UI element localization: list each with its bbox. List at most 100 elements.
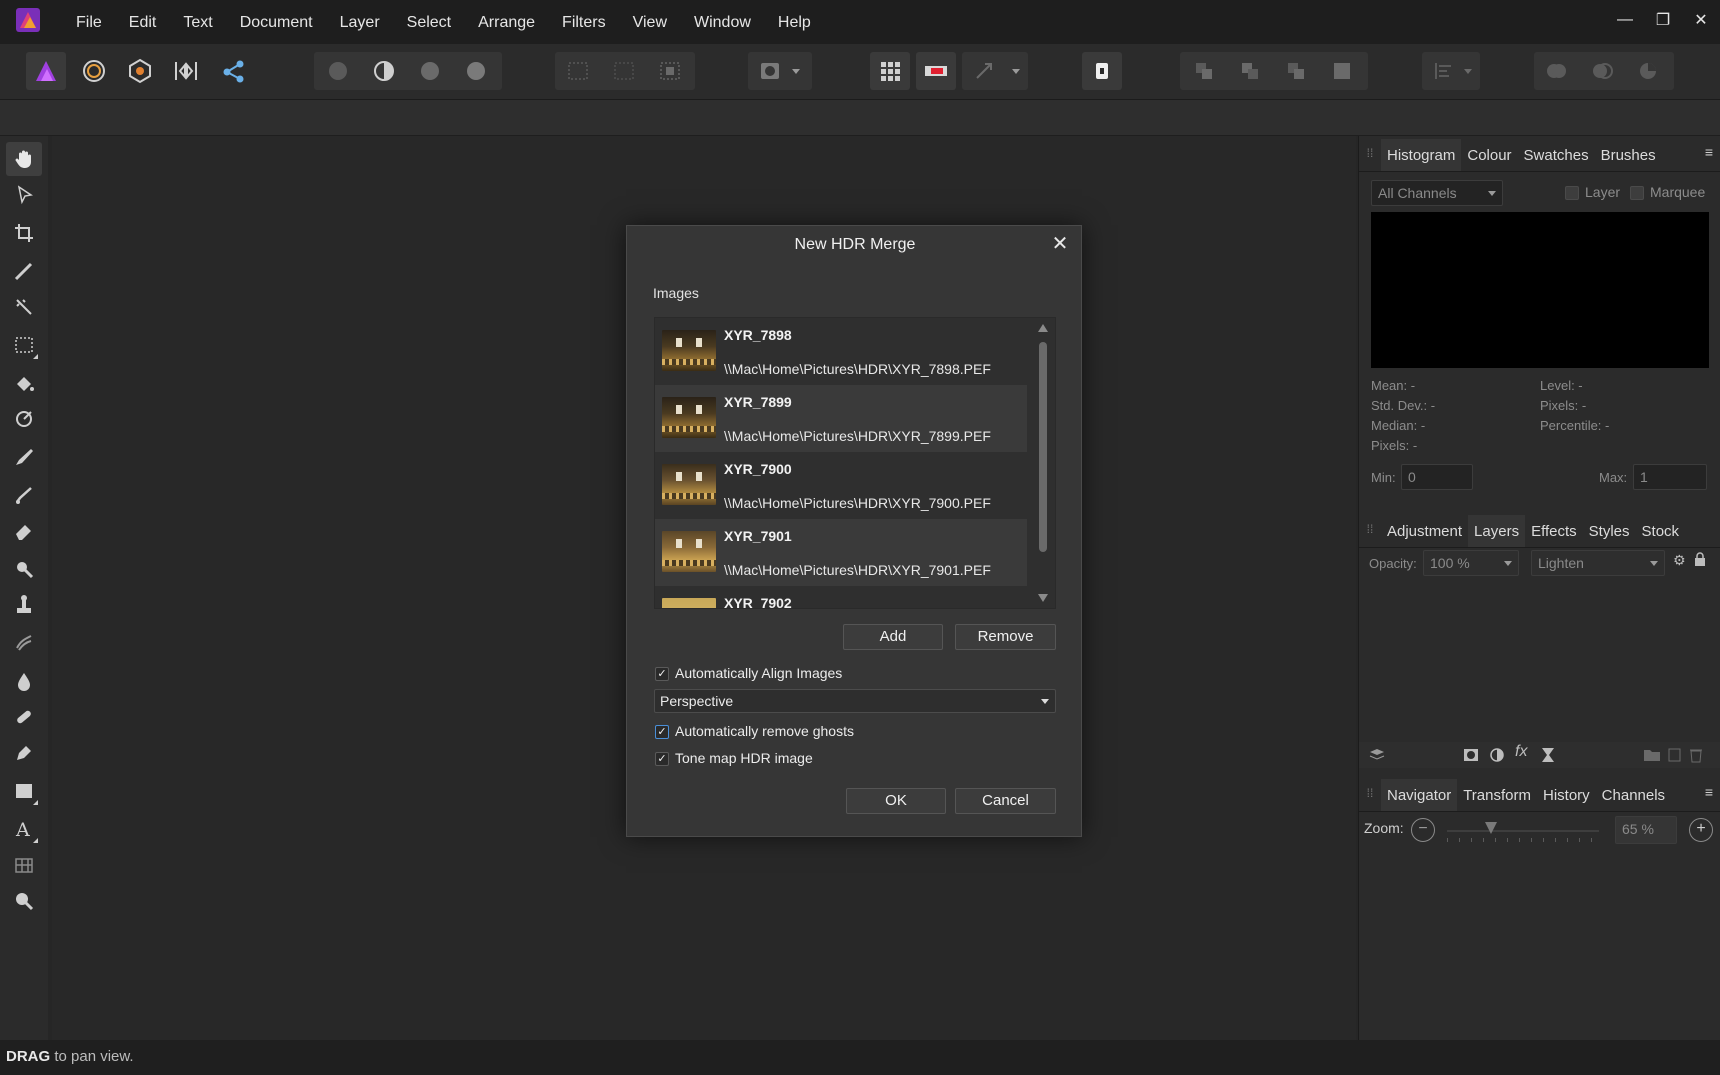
deselect-icon[interactable] [604, 52, 644, 90]
remove-ghosts-checkbox[interactable]: ✓ [655, 725, 669, 739]
mesh-warp-tool-icon[interactable] [6, 848, 42, 882]
blend-mode-select[interactable]: Lighten [1531, 550, 1665, 576]
zoom-tool-icon[interactable] [6, 884, 42, 918]
tab-transform[interactable]: Transform [1457, 779, 1537, 811]
min-input[interactable]: 0 [1401, 464, 1473, 490]
tab-stock[interactable]: Stock [1636, 515, 1686, 547]
layer-stack-icon[interactable] [1369, 747, 1385, 768]
add-shape-icon[interactable] [1536, 52, 1576, 90]
menu-document[interactable]: Document [240, 14, 313, 32]
smudge-brush-tool-icon[interactable] [6, 626, 42, 660]
scrollbar-thumb[interactable] [1039, 342, 1047, 552]
export-persona-icon[interactable] [214, 52, 254, 90]
image-list-scrollbar[interactable] [1031, 318, 1055, 608]
tab-brushes[interactable]: Brushes [1595, 139, 1662, 171]
tab-swatches[interactable]: Swatches [1518, 139, 1595, 171]
tab-colour[interactable]: Colour [1461, 139, 1517, 171]
lock-icon[interactable] [1695, 552, 1705, 566]
max-input[interactable]: 1 [1633, 464, 1707, 490]
align-images-checkbox[interactable]: ✓ [655, 667, 669, 681]
erase-brush-tool-icon[interactable] [6, 514, 42, 548]
list-item[interactable]: XYR_7901 \\Mac\Home\Pictures\HDR\XYR_790… [655, 519, 1027, 586]
rectangle-tool-icon[interactable] [6, 774, 42, 808]
list-item[interactable]: XYR_7898 \\Mac\Home\Pictures\HDR\XYR_789… [655, 318, 1027, 385]
alignment-dropdown-icon[interactable] [1458, 52, 1478, 90]
close-window-button[interactable]: ✕ [1682, 0, 1720, 40]
menu-view[interactable]: View [633, 14, 667, 32]
minimize-button[interactable]: — [1606, 0, 1644, 40]
move-by-whole-pixels-icon[interactable] [964, 52, 1004, 90]
move-to-front-icon[interactable] [1322, 52, 1362, 90]
image-list[interactable]: XYR_7898 \\Mac\Home\Pictures\HDR\XYR_789… [654, 317, 1056, 609]
tab-adjustment[interactable]: Adjustment [1381, 515, 1468, 547]
move-tool-icon[interactable] [6, 178, 42, 212]
paint-brush-tool-icon[interactable] [6, 440, 42, 474]
crop-tool-icon[interactable] [6, 216, 42, 250]
panel-menu-icon[interactable]: ≡ [1705, 144, 1713, 160]
tab-effects[interactable]: Effects [1525, 515, 1583, 547]
blur-brush-tool-icon[interactable] [6, 664, 42, 698]
menu-edit[interactable]: Edit [129, 14, 157, 32]
list-item[interactable]: XYR_7899 \\Mac\Home\Pictures\HDR\XYR_789… [655, 385, 1027, 452]
quick-mask-dropdown-icon[interactable] [786, 52, 806, 90]
dodge-brush-tool-icon[interactable] [6, 552, 42, 586]
tab-channels[interactable]: Channels [1596, 779, 1671, 811]
auto-white-balance-icon[interactable] [456, 52, 496, 90]
list-item[interactable]: XYR_7902 [655, 586, 1027, 608]
pen-tool-icon[interactable] [6, 736, 42, 770]
opacity-select[interactable]: 100 % [1423, 550, 1519, 576]
develop-persona-icon[interactable] [120, 52, 160, 90]
cancel-button[interactable]: Cancel [955, 788, 1056, 814]
auto-contrast-icon[interactable] [364, 52, 404, 90]
invert-selection-icon[interactable] [650, 52, 690, 90]
marquee-checkbox[interactable] [1630, 186, 1644, 200]
flood-fill-tool-icon[interactable] [6, 366, 42, 400]
liquify-persona-icon[interactable] [74, 52, 114, 90]
marquee-tool-icon[interactable] [6, 328, 42, 362]
menu-help[interactable]: Help [778, 14, 811, 32]
tone-mapping-persona-icon[interactable] [166, 52, 206, 90]
artistic-text-tool-icon[interactable]: A [6, 812, 42, 846]
insert-target-icon[interactable] [1082, 52, 1122, 90]
add-button[interactable]: Add [843, 624, 943, 650]
add-layer-icon[interactable] [1667, 747, 1683, 768]
ok-button[interactable]: OK [846, 788, 946, 814]
auto-levels-icon[interactable] [318, 52, 358, 90]
mask-layer-icon[interactable] [1463, 747, 1479, 768]
channel-select[interactable]: All Channels [1371, 180, 1503, 206]
zoom-slider[interactable] [1447, 830, 1599, 832]
tab-layers[interactable]: Layers [1468, 515, 1526, 547]
panel-menu-icon[interactable]: ≡ [1705, 784, 1713, 800]
panel-grip-icon[interactable]: ⁞⁞ [1359, 135, 1381, 171]
snapping-grid-icon[interactable] [870, 52, 910, 90]
layer-checkbox[interactable] [1565, 186, 1579, 200]
menu-text[interactable]: Text [183, 14, 212, 32]
selection-brush-tool-icon[interactable] [6, 254, 42, 288]
menu-filters[interactable]: Filters [562, 14, 606, 32]
zoom-slider-thumb[interactable] [1485, 822, 1497, 834]
move-forward-one-icon[interactable] [1276, 52, 1316, 90]
tab-styles[interactable]: Styles [1583, 515, 1636, 547]
view-tool-hand-icon[interactable] [6, 142, 42, 176]
auto-colours-icon[interactable] [410, 52, 450, 90]
intersect-shape-icon[interactable] [1628, 52, 1668, 90]
restore-button[interactable]: ❐ [1644, 0, 1682, 40]
dialog-close-icon[interactable]: ✕ [1049, 234, 1071, 256]
menu-file[interactable]: File [76, 14, 102, 32]
zoom-input[interactable]: 65 % [1615, 816, 1677, 844]
paint-mixer-tool-icon[interactable] [6, 402, 42, 436]
menu-window[interactable]: Window [694, 14, 751, 32]
menu-layer[interactable]: Layer [340, 14, 380, 32]
flood-select-tool-icon[interactable] [6, 290, 42, 324]
zoom-in-icon[interactable]: + [1689, 818, 1713, 842]
menu-arrange[interactable]: Arrange [478, 14, 535, 32]
blend-options-gear-icon[interactable]: ⚙ [1673, 552, 1686, 569]
scroll-up-arrow-icon[interactable] [1038, 324, 1048, 332]
zoom-out-icon[interactable]: − [1411, 818, 1435, 842]
tab-history[interactable]: History [1537, 779, 1596, 811]
snapping-dropdown-icon[interactable] [1006, 52, 1026, 90]
subtract-shape-icon[interactable] [1582, 52, 1622, 90]
delete-layer-icon[interactable] [1689, 747, 1703, 768]
move-to-back-icon[interactable] [1184, 52, 1224, 90]
list-item[interactable]: XYR_7900 \\Mac\Home\Pictures\HDR\XYR_790… [655, 452, 1027, 519]
